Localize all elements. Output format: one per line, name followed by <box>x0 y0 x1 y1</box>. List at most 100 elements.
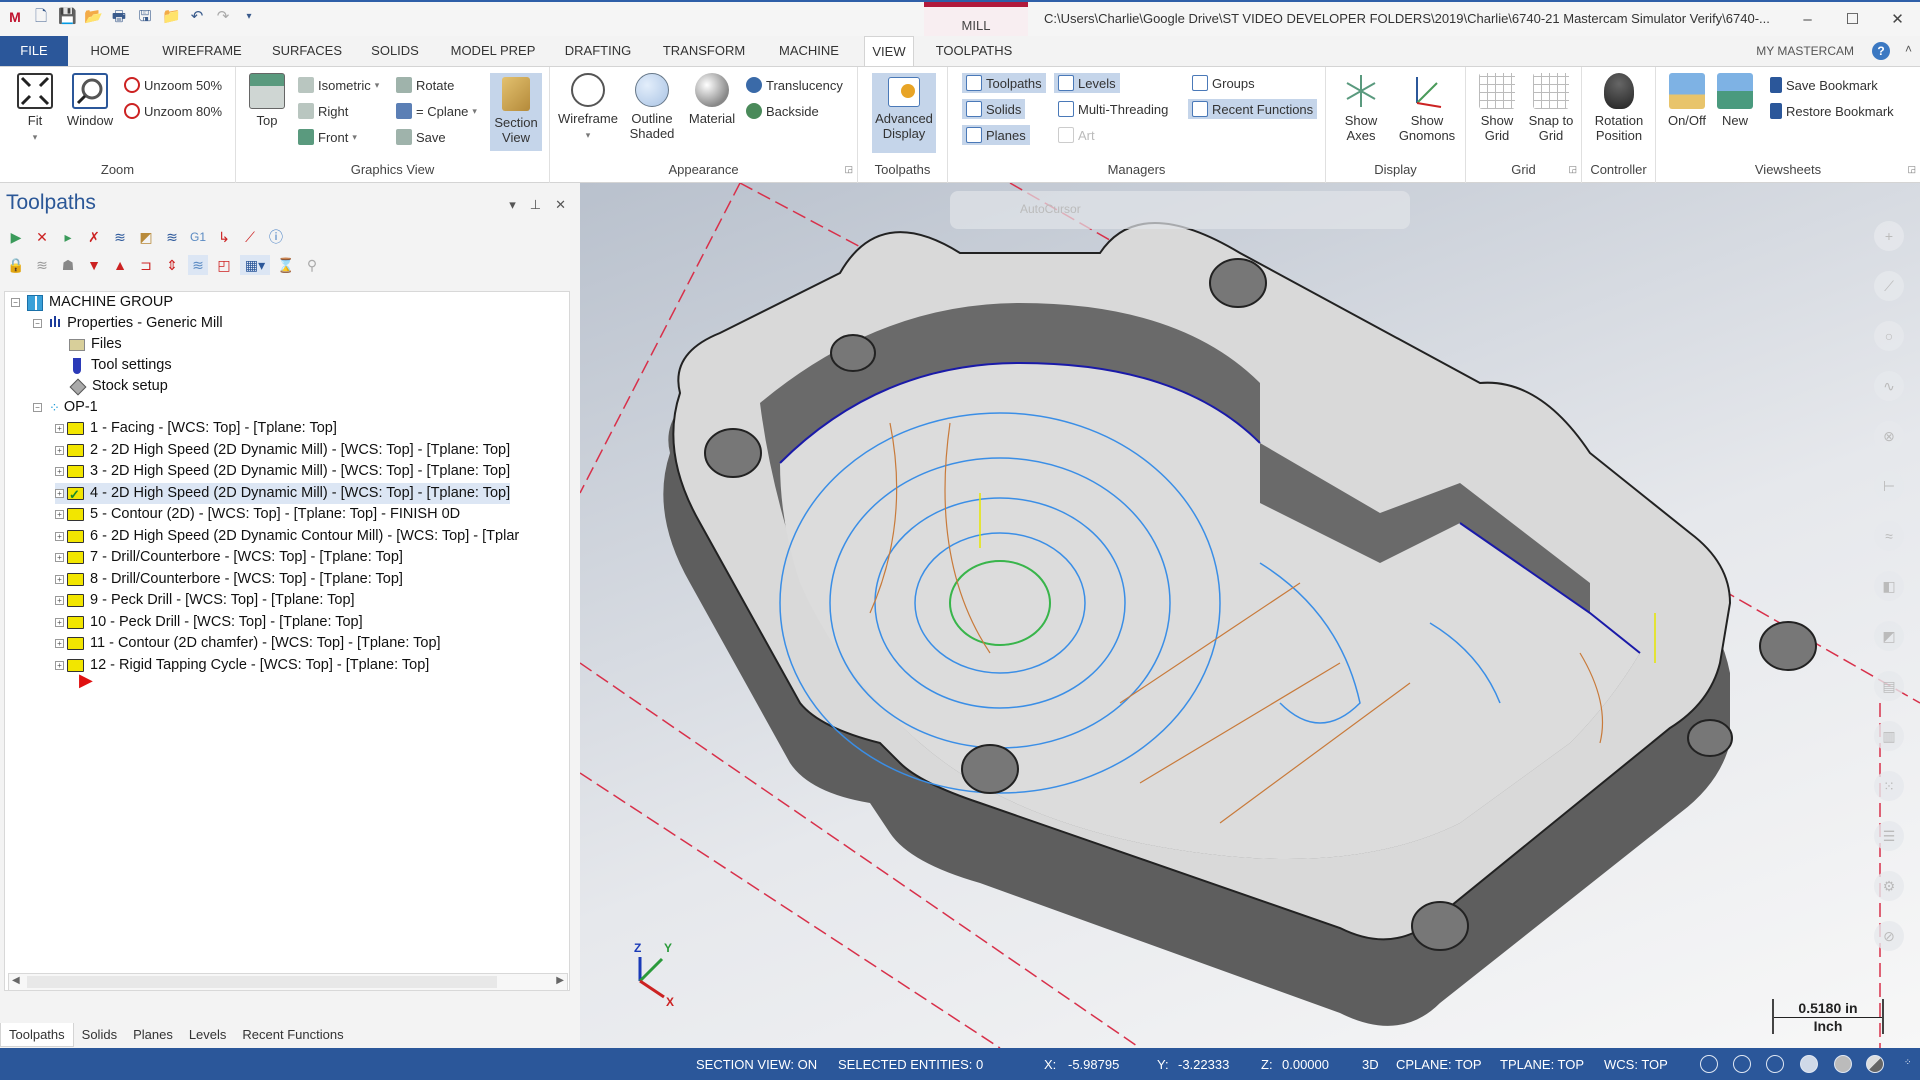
collapse-icon[interactable]: − <box>33 319 42 328</box>
viewsheets-dialog-launcher-icon[interactable]: ◲ <box>1907 164 1916 175</box>
save-as-icon[interactable]: 🖫 <box>136 8 154 26</box>
tab-view[interactable]: VIEW <box>864 36 914 66</box>
redo-icon[interactable]: ↷ <box>214 8 232 26</box>
new-viewsheet-button[interactable]: New <box>1714 73 1756 128</box>
quick-mask-spline-icon[interactable]: ∿ <box>1874 371 1904 401</box>
merge-icon[interactable]: 📁 <box>162 8 181 26</box>
tab-file[interactable]: FILE <box>0 36 68 66</box>
expand-icon[interactable]: + <box>55 510 64 519</box>
toggle-display-icon[interactable]: ≋ <box>32 255 52 275</box>
help-icon[interactable]: ⓘ <box>266 227 286 247</box>
scroll-right-icon[interactable]: ▶ <box>556 975 564 986</box>
display-only-selected-icon[interactable]: ◰ <box>214 255 234 275</box>
show-axes-button[interactable]: Show Axes <box>1334 73 1388 143</box>
verify-icon[interactable]: ◩ <box>136 227 156 247</box>
expand-icon[interactable]: + <box>55 596 64 605</box>
collapse-icon[interactable]: − <box>11 298 20 307</box>
move-up-icon[interactable]: ▲ <box>110 255 130 275</box>
insert-arrow-icon[interactable]: ⊐ <box>136 255 156 275</box>
front-view-button[interactable]: Front ▾ <box>298 129 357 145</box>
quick-mask-settings-icon[interactable]: ⚙ <box>1874 871 1904 901</box>
quick-mask-level-icon[interactable]: ☰ <box>1874 821 1904 851</box>
expand-icon[interactable]: + <box>55 553 64 562</box>
quick-mask-dimension-icon[interactable]: ⊢ <box>1874 471 1904 501</box>
operation-node[interactable]: +5 - Contour (2D) - [WCS: Top] - [Tplane… <box>55 504 460 525</box>
operation-node[interactable]: +10 - Peck Drill - [WCS: Top] - [Tplane:… <box>55 612 363 633</box>
manager-tab-levels[interactable]: Levels <box>181 1023 235 1047</box>
regenerate-selected-icon[interactable]: ▸ <box>58 227 78 247</box>
move-down-icon[interactable]: ▼ <box>84 255 104 275</box>
tree-node-tool-settings[interactable]: Tool settings <box>69 355 172 376</box>
expand-icon[interactable]: + <box>55 574 64 584</box>
expand-icon[interactable]: + <box>55 488 64 498</box>
show-gnomons-button[interactable]: Show Gnomons <box>1392 73 1462 143</box>
backside-button[interactable]: Backside <box>746 103 819 119</box>
right-view-button[interactable]: Right <box>298 103 348 119</box>
expand-icon[interactable]: + <box>55 660 64 670</box>
tab-model-prep[interactable]: MODEL PREP <box>444 36 542 66</box>
tree-node-op1[interactable]: − ⁘ OP-1 <box>33 397 98 418</box>
regenerate-dirty-icon[interactable]: ✗ <box>84 227 104 247</box>
operation-node[interactable]: +12 - Rigid Tapping Cycle - [WCS: Top] -… <box>55 655 429 676</box>
grid-dialog-launcher-icon[interactable]: ◲ <box>1568 164 1577 175</box>
recent-functions-manager-toggle[interactable]: Recent Functions <box>1188 99 1318 119</box>
quick-mask-arc-icon[interactable]: ○ <box>1874 321 1904 351</box>
quick-mask-group-icon[interactable]: ▤ <box>1874 671 1904 701</box>
tree-node-machine-group[interactable]: − MACHINE GROUP <box>11 292 173 313</box>
quick-mask-line-icon[interactable]: ⟋ <box>1874 271 1904 301</box>
translucency-display-icon[interactable] <box>1866 1055 1884 1073</box>
tab-surfaces[interactable]: SURFACES <box>266 36 348 66</box>
quick-mask-color-icon[interactable]: ⁙ <box>1874 771 1904 801</box>
top-view-button[interactable]: Top <box>246 73 288 128</box>
help-icon[interactable]: ? <box>1872 42 1890 60</box>
tplane-status[interactable]: TPLANE: TOP <box>1500 1057 1584 1072</box>
manager-tab-planes[interactable]: Planes <box>125 1023 181 1047</box>
operation-node[interactable]: +6 - 2D High Speed (2D Dynamic Contour M… <box>55 526 519 547</box>
rotation-position-button[interactable]: Rotation Position <box>1586 73 1652 143</box>
appearance-dialog-launcher-icon[interactable]: ◲ <box>844 164 853 175</box>
display-options-dropdown-icon[interactable]: ▦▾ <box>240 255 270 275</box>
operation-node[interactable]: + ✓ 4 - 2D High Speed (2D Dynamic Mill) - … <box>55 482 511 504</box>
advanced-display-button[interactable]: Advanced Display <box>872 73 936 153</box>
tab-drafting[interactable]: DRAFTING <box>558 36 638 66</box>
quick-mask-point-icon[interactable]: + <box>1874 221 1904 251</box>
mode-3d-toggle[interactable]: 3D <box>1362 1057 1379 1072</box>
hidden-line-display-icon[interactable] <box>1733 1055 1751 1073</box>
tab-home[interactable]: HOME <box>80 36 140 66</box>
tab-transform[interactable]: TRANSFORM <box>656 36 752 66</box>
wireframe-display-icon[interactable] <box>1700 1055 1718 1073</box>
tool-manager-icon[interactable]: ⌛ <box>276 255 296 275</box>
wireframe-button[interactable]: Wireframe ▾ <box>556 73 620 143</box>
panel-close-icon[interactable]: ✕ <box>555 197 566 213</box>
scroll-left-icon[interactable]: ◀ <box>12 975 20 986</box>
tree-node-stock-setup[interactable]: Stock setup <box>69 376 168 397</box>
tab-solids[interactable]: SOLIDS <box>364 36 426 66</box>
toggle-post-icon[interactable]: ☗ <box>58 255 78 275</box>
quick-mask-mesh-icon[interactable]: ◩ <box>1874 621 1904 651</box>
operation-node[interactable]: +3 - 2D High Speed (2D Dynamic Mill) - [… <box>55 461 510 482</box>
section-view-button[interactable]: Section View <box>490 73 542 151</box>
panel-menu-icon[interactable]: ▾ <box>509 197 516 213</box>
tree-node-properties[interactable]: − ılı Properties - Generic Mill <box>33 313 223 334</box>
manager-tab-solids[interactable]: Solids <box>74 1023 125 1047</box>
select-all-operations-icon[interactable]: ▶ <box>6 227 26 247</box>
section-view-status[interactable]: SECTION VIEW: ON <box>696 1057 817 1072</box>
restore-bookmark-button[interactable]: Restore Bookmark <box>1770 103 1894 119</box>
expand-icon[interactable]: + <box>55 445 64 455</box>
collapse-icon[interactable]: − <box>33 403 42 412</box>
fit-button[interactable]: Fit ▾ <box>12 73 58 145</box>
deselect-all-icon[interactable]: ✕ <box>32 227 52 247</box>
tree-node-files[interactable]: Files <box>69 334 122 355</box>
minimize-button[interactable]: – <box>1785 2 1830 38</box>
simulate-icon[interactable]: ≋ <box>162 227 182 247</box>
z-coord-value[interactable]: 0.00000 <box>1282 1057 1329 1072</box>
expand-icon[interactable]: + <box>55 531 64 541</box>
groups-manager-toggle[interactable]: Groups <box>1188 73 1259 93</box>
context-tab-mill[interactable]: MILL <box>924 2 1028 38</box>
quick-mask-result-icon[interactable]: ▥ <box>1874 721 1904 751</box>
operation-node[interactable]: +1 - Facing - [WCS: Top] - [Tplane: Top] <box>55 418 337 439</box>
unzoom-50-button[interactable]: Unzoom 50% <box>124 77 222 93</box>
window-zoom-button[interactable]: Window <box>62 73 118 128</box>
collapse-ribbon-icon[interactable]: ˄ <box>1905 42 1912 56</box>
operation-node[interactable]: +8 - Drill/Counterbore - [WCS: Top] - [T… <box>55 569 403 590</box>
